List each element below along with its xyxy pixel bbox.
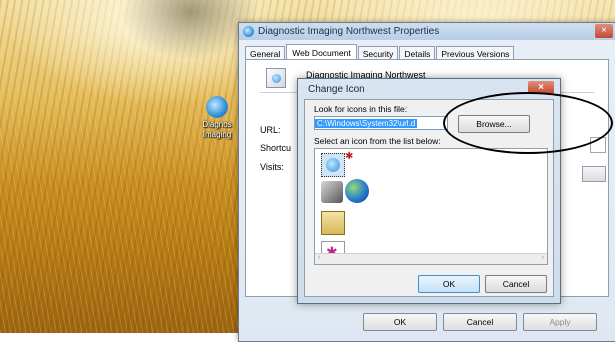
change-icon-button-edge[interactable] xyxy=(582,166,606,182)
desktop-shortcut-label-2: Imaging xyxy=(202,130,232,139)
red-star-icon[interactable]: ✱ xyxy=(345,152,353,162)
select-icon-label: Select an icon from the list below: xyxy=(314,136,441,146)
dialog-cancel-button[interactable]: Cancel xyxy=(485,275,547,293)
properties-title: Diagnostic Imaging Northwest Properties xyxy=(258,26,440,37)
shortcut-key-label: Shortcu xyxy=(260,143,292,153)
dialog-ok-button[interactable]: OK xyxy=(418,275,480,293)
path-text-selected: C:\Windows\System32\url.d xyxy=(315,119,418,128)
scroll-left-icon[interactable]: ‹ xyxy=(318,254,320,261)
globe-icon[interactable] xyxy=(345,179,369,203)
window-icon xyxy=(243,26,254,37)
icon-list[interactable]: ✱ ‹ › xyxy=(314,148,548,265)
desktop-shortcut[interactable]: Diagnos Imaging xyxy=(192,96,242,140)
desktop-shortcut-label-1: Diagnos xyxy=(202,120,232,129)
scroll-right-icon[interactable]: › xyxy=(542,254,544,261)
close-button[interactable]: × xyxy=(595,24,613,38)
annotation-circle xyxy=(443,92,613,154)
dialog-title: Change Icon xyxy=(308,84,365,95)
document-icon xyxy=(266,68,286,88)
ok-button[interactable]: OK xyxy=(363,313,437,331)
cancel-button[interactable]: Cancel xyxy=(443,313,517,331)
apply-button[interactable]: Apply xyxy=(523,313,597,331)
look-for-icons-label: Look for icons in this file: xyxy=(314,104,408,114)
phone-fax-icon[interactable] xyxy=(321,181,343,203)
icon-file-path-input[interactable]: C:\Windows\System32\url.d xyxy=(314,116,448,130)
visits-label: Visits: xyxy=(260,162,284,172)
properties-titlebar[interactable]: Diagnostic Imaging Northwest Properties xyxy=(239,23,615,40)
url-label: URL: xyxy=(260,125,281,135)
internet-explorer-icon[interactable] xyxy=(321,153,345,177)
horizontal-scrollbar[interactable]: ‹ › xyxy=(315,253,547,264)
envelope-icon[interactable] xyxy=(321,211,345,235)
internet-shortcut-icon xyxy=(206,96,228,118)
